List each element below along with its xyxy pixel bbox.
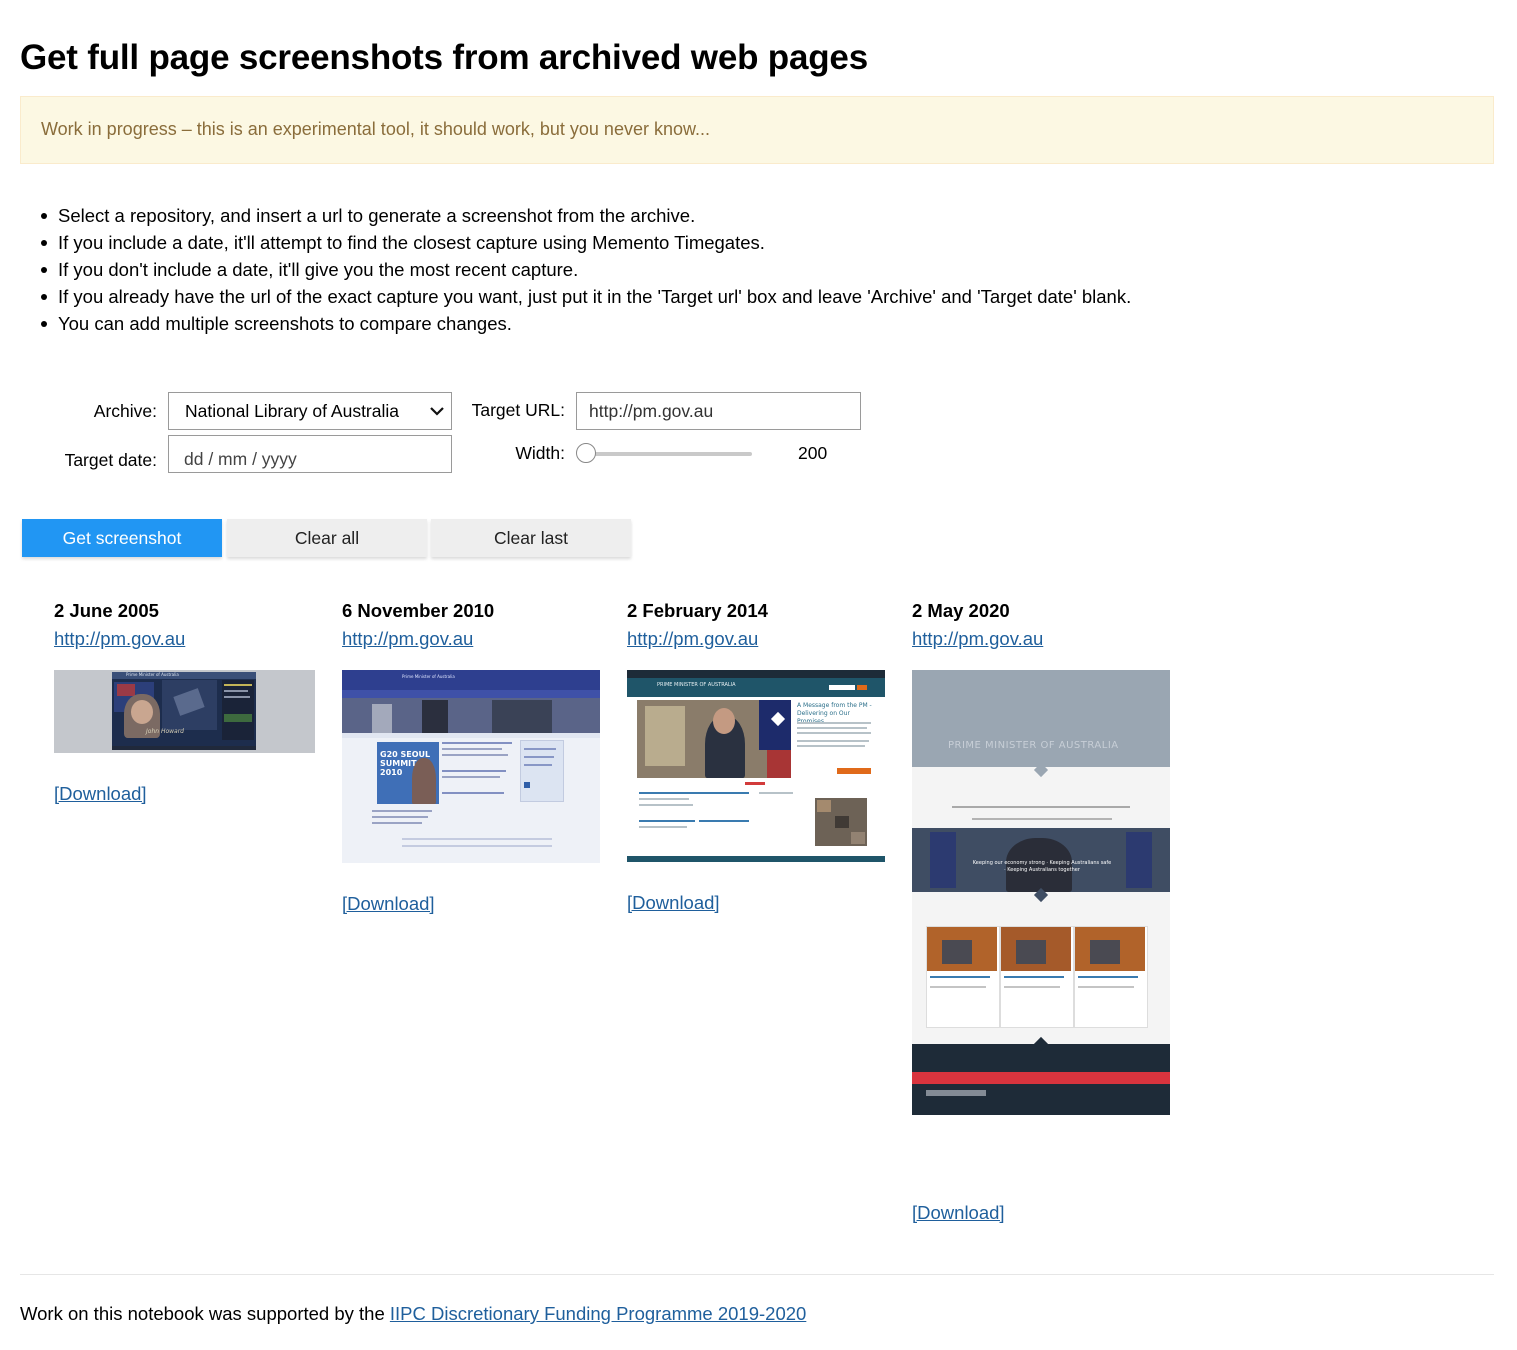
footer-funding-link[interactable]: IIPC Discretionary Funding Programme 201… (390, 1303, 806, 1324)
footer-divider (20, 1274, 1494, 1275)
list-item: If you already have the url of the exact… (40, 283, 1131, 310)
target-date-input[interactable]: dd / mm / yyyy (168, 435, 452, 473)
footer-text: Work on this notebook was supported by t… (20, 1303, 390, 1324)
screenshot-card: 2 June 2005 http://pm.gov.au (54, 600, 185, 650)
target-url-value: http://pm.gov.au (589, 401, 714, 421)
screenshot-date: 2 June 2005 (54, 600, 159, 621)
get-screenshot-button[interactable]: Get screenshot (22, 519, 222, 557)
screenshot-thumbnail[interactable]: Prime Minister of Australia G20 SEOUL SU… (342, 670, 600, 863)
list-item: If you include a date, it'll attempt to … (40, 229, 1131, 256)
width-slider-thumb[interactable] (576, 443, 596, 463)
screenshot-thumbnail[interactable]: PRIME MINISTER OF AUSTRALIA A Message fr… (627, 670, 885, 862)
screenshot-card: 2 May 2020 http://pm.gov.au (912, 600, 1043, 650)
archive-select-value: National Library of Australia (185, 401, 399, 421)
screenshot-url-link[interactable]: http://pm.gov.au (54, 628, 185, 650)
instructions-list: Select a repository, and insert a url to… (40, 202, 1131, 337)
width-label: Width: (515, 443, 565, 463)
archive-label: Archive: (93, 401, 157, 421)
list-item: Select a repository, and insert a url to… (40, 202, 1131, 229)
page-title: Get full page screenshots from archived … (20, 38, 868, 77)
screenshot-card: 2 February 2014 http://pm.gov.au (627, 600, 768, 650)
download-link[interactable]: [Download] (912, 1202, 1005, 1224)
target-url-label: Target URL: (471, 400, 565, 420)
footer: Work on this notebook was supported by t… (20, 1303, 806, 1325)
archive-select[interactable]: National Library of Australia (168, 392, 452, 430)
thumb-header-text: Prime Minister of Australia (126, 672, 179, 677)
download-link[interactable]: [Download] (342, 893, 435, 915)
screenshot-url-link[interactable]: http://pm.gov.au (912, 628, 1043, 650)
thumb-signature-text: John Howard (146, 728, 184, 735)
screenshot-date: 2 February 2014 (627, 600, 768, 621)
screenshot-url-link[interactable]: http://pm.gov.au (627, 628, 768, 650)
target-date-label: Target date: (64, 450, 157, 470)
chevron-down-icon (430, 407, 444, 416)
warning-alert: Work in progress – this is an experiment… (20, 96, 1494, 164)
download-link[interactable]: [Download] (54, 783, 147, 805)
thumb-header-text: Prime Minister of Australia (402, 674, 455, 679)
screenshot-card: 6 November 2010 http://pm.gov.au (342, 600, 494, 650)
screenshot-url-link[interactable]: http://pm.gov.au (342, 628, 494, 650)
target-url-input[interactable]: http://pm.gov.au (576, 392, 861, 430)
clear-last-button[interactable]: Clear last (431, 519, 631, 557)
clear-all-button[interactable]: Clear all (227, 519, 427, 557)
thumb-tagline-text: Keeping our economy strong · Keeping Aus… (972, 860, 1112, 873)
screenshot-thumbnail[interactable]: Prime Minister of Australia John Howard (54, 670, 315, 753)
thumb-header-text: PRIME MINISTER OF AUSTRALIA (948, 740, 1119, 751)
width-value: 200 (798, 443, 828, 463)
thumb-header-text: PRIME MINISTER OF AUSTRALIA (657, 682, 736, 688)
target-date-placeholder: dd / mm / yyyy (184, 449, 297, 469)
screenshot-thumbnail[interactable]: PRIME MINISTER OF AUSTRALIA Keeping our … (912, 670, 1170, 1115)
screenshot-date: 2 May 2020 (912, 600, 1010, 621)
screenshot-date: 6 November 2010 (342, 600, 495, 621)
width-slider[interactable] (586, 452, 752, 456)
list-item: You can add multiple screenshots to comp… (40, 310, 1131, 337)
download-link[interactable]: [Download] (627, 892, 720, 914)
list-item: If you don't include a date, it'll give … (40, 256, 1131, 283)
